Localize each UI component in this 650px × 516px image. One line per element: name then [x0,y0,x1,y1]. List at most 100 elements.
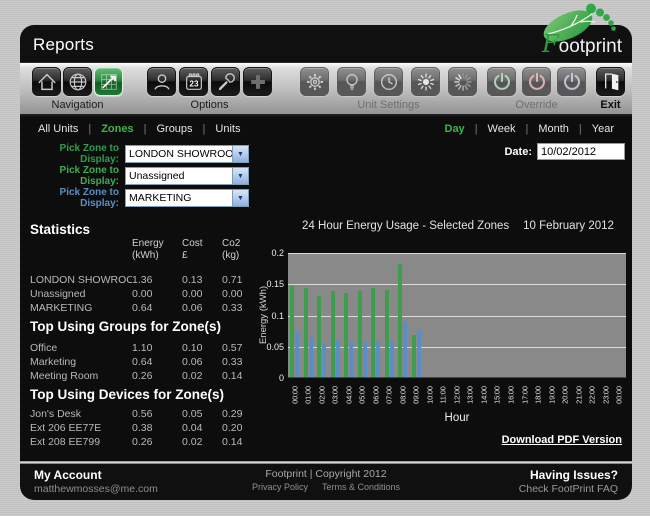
zone-picker-row: Pick Zone to Display:Unassigned▼ [20,167,249,185]
hour-slot [315,253,329,377]
row-value: 0.02 [182,370,222,384]
footer-link-privacy-policy[interactable]: Privacy Policy [252,482,308,492]
user-button[interactable] [147,67,176,96]
top-devices-title: Top Using Devices for Zone(s) [30,387,224,402]
x-tick-label: 03:00 [331,380,340,410]
x-axis-tick: 18:00 [531,380,545,410]
tab-day[interactable]: Day [435,123,475,135]
footprint-logo: Footprint [516,2,628,60]
footer-link-terms-conditions[interactable]: Terms & Conditions [322,482,400,492]
dropdown-arrow-icon[interactable]: ▼ [232,190,248,206]
statistics-title: Statistics [30,222,90,237]
home-icon [36,71,58,93]
globe-button[interactable] [63,67,92,96]
x-tick-label: 11:00 [439,380,448,410]
power-red-button[interactable] [522,67,551,96]
bar-london-showroom [304,288,308,377]
toolbar: Navigation23OptionsUnit SettingsOverride… [20,62,632,116]
dropdown-arrow-icon[interactable]: ▼ [232,146,248,162]
hour-slot [369,253,383,377]
toolbar-group-label: Exit [600,99,620,111]
x-axis-tick: 13:00 [464,380,478,410]
bar-london-showroom [344,293,348,377]
bulb-button[interactable] [337,67,366,96]
x-tick-label: 00:00 [615,380,624,410]
clock-button[interactable] [374,67,403,96]
x-axis-tick: 02:00 [315,380,329,410]
power-green-button[interactable] [487,67,516,96]
zone-select-2[interactable]: Unassigned▼ [125,167,249,185]
x-axis-tick: 16:00 [504,380,518,410]
calendar-button[interactable]: 23 [179,67,208,96]
tab-week[interactable]: Week [478,123,526,135]
page-title: Reports [20,35,94,62]
hour-slot [423,253,437,377]
tab-groups[interactable]: Groups [146,123,202,135]
tab-all-units[interactable]: All Units [28,123,88,135]
bars-layer [288,253,626,377]
footprint-faq-link[interactable]: Check FootPrint FAQ [443,483,618,495]
tab-zones[interactable]: Zones [91,123,143,135]
gear-button[interactable] [300,67,329,96]
x-tick-label: 10:00 [425,380,434,410]
exit-door-button[interactable] [596,67,625,96]
bar-london-showroom [371,288,375,377]
row-value: 0.38 [132,422,182,436]
svg-text:23: 23 [189,79,199,88]
bar-london-showroom [290,286,294,377]
x-tick-label: 05:00 [358,380,367,410]
x-tick-label: 22:00 [588,380,597,410]
x-axis-tick: 01:00 [302,380,316,410]
reports-chart-button[interactable] [94,67,123,96]
bar-marketing [417,330,421,378]
row-name: Office [30,342,132,356]
bar-london-showroom [398,264,402,377]
bar-marketing [390,341,394,377]
period-tabs: Day|Week|Month|Year [435,123,633,135]
zone-select-value: LONDON SHOWROOM [126,146,232,162]
spinner-icon [452,71,474,93]
zone-picker-row: Pick Zone to Display:LONDON SHOWROOM▼ [20,145,249,163]
tab-year[interactable]: Year [582,123,624,135]
date-input[interactable] [537,143,625,160]
stat-column-header: Cost £ [182,238,222,261]
hour-slot [585,253,599,377]
wrench-button[interactable] [211,67,240,96]
hour-slot [356,253,370,377]
x-tick-label: 01:00 [304,380,313,410]
stat-header-spacer [30,238,132,261]
zone-select-1[interactable]: LONDON SHOWROOM▼ [125,145,249,163]
dropdown-arrow-icon[interactable]: ▼ [232,168,248,184]
bar-marketing [363,341,367,377]
having-issues-label: Having Issues? [443,468,618,482]
home-button[interactable] [32,67,61,96]
hour-slot [491,253,505,377]
row-name: Unassigned [30,288,132,302]
tab-units[interactable]: Units [205,123,250,135]
app-window: Reports Footprint Navigation23OptionsUni… [20,25,632,500]
power-red-icon [526,71,548,93]
spinner-button[interactable] [448,67,477,96]
bulb-icon [341,71,363,93]
copyright-text: Footprint | Copyright 2012 [209,468,443,480]
row-value: 0.02 [182,436,222,450]
exit-door-icon [600,71,622,93]
plus-button[interactable] [243,67,272,96]
sun-button[interactable] [411,67,440,96]
power-blue-button[interactable] [557,67,586,96]
zone-select-3[interactable]: MARKETING▼ [125,189,249,207]
zone-picker-row: Pick Zone to Display:MARKETING▼ [20,189,249,207]
row-name: MARKETING [30,302,132,316]
x-tick-label: 17:00 [520,380,529,410]
tabs-row: All Units|Zones|Groups|Units Day|Week|Mo… [20,118,632,140]
toolbar-group-label: Navigation [52,99,104,111]
x-tick-label: 20:00 [561,380,570,410]
chart-date: 10 February 2012 [523,220,614,232]
x-axis-tick: 12:00 [450,380,464,410]
download-pdf-link[interactable]: Download PDF Version [502,434,622,446]
hour-slot [437,253,451,377]
bar-marketing [309,337,313,377]
tab-month[interactable]: Month [528,123,579,135]
bar-london-showroom [358,291,362,377]
row-value: 0.64 [132,356,182,370]
